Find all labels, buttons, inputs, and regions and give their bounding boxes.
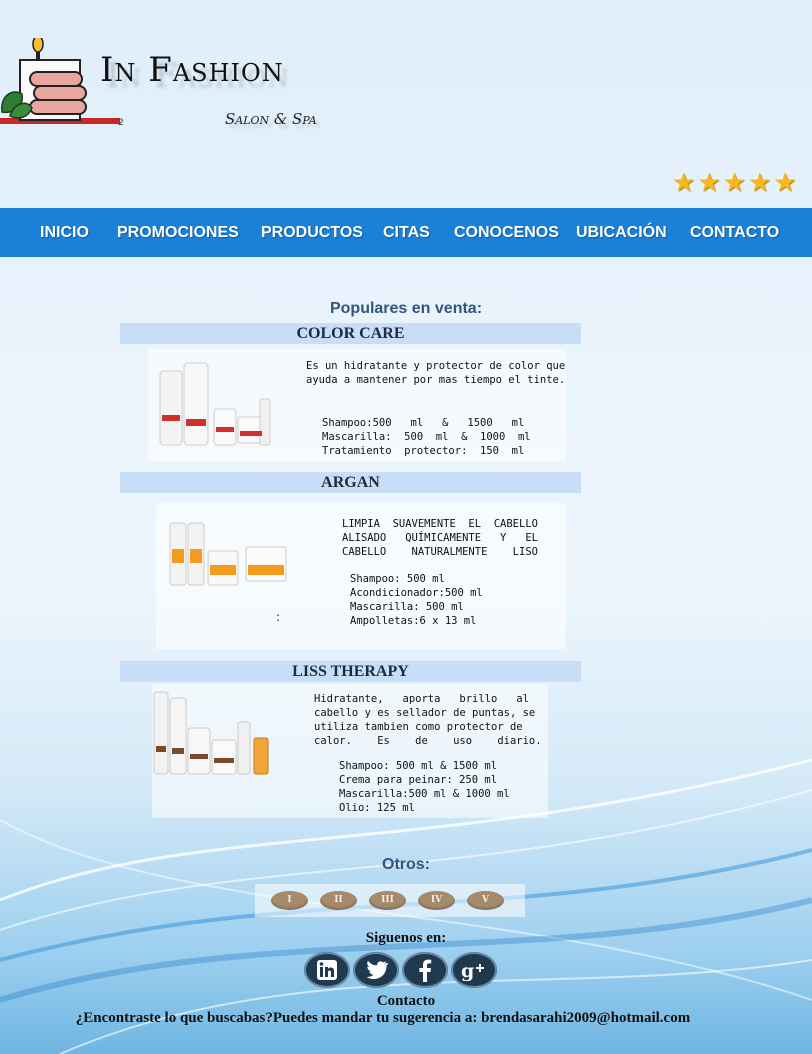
pager-button-3[interactable]: III [369, 891, 406, 910]
facebook-icon[interactable] [402, 952, 448, 988]
star-icon: ★ [773, 168, 797, 198]
brand-subtitle: Salon & Spa [225, 110, 317, 128]
product-title-color-care: COLOR CARE [120, 323, 581, 344]
nav-productos[interactable]: PRODUCTOS [261, 208, 363, 257]
others-pager: I II III IV V [255, 884, 525, 917]
nav-inicio[interactable]: INICIO [40, 208, 89, 257]
contact-label: Contacto [376, 993, 436, 1009]
stray-mark: : [276, 610, 281, 624]
product-image-argan [169, 522, 287, 586]
svg-text:g: g [461, 960, 474, 981]
star-icon: ★ [747, 168, 772, 198]
follow-label: Siguenos en: [365, 930, 447, 946]
footer-note: ¿Encontraste lo que buscabas?Puedes mand… [75, 1010, 691, 1026]
product-card-liss-therapy: Hidratante, aporta brillo al cabello y e… [152, 684, 548, 818]
product-description: Hidratante, aporta brillo al cabello y e… [314, 693, 542, 747]
pager-button-5[interactable]: V [467, 891, 504, 910]
others-title: Otros: [382, 856, 430, 873]
nav-promociones[interactable]: PROMOCIONES [117, 208, 239, 257]
brand-mark: 2 [118, 118, 124, 128]
star-icon: ★ [722, 168, 746, 198]
pager-button-4[interactable]: IV [418, 891, 455, 910]
product-card-argan: LIMPIA SUAVEMENTE EL CABELLO ALISADO QUÍ… [156, 503, 566, 649]
star-icon: ★ [672, 168, 696, 198]
pager-button-1[interactable]: I [271, 891, 308, 910]
product-specs: Shampoo: 500 ml Acondicionador:500 ml Ma… [350, 573, 483, 627]
google-plus-icon[interactable]: g [451, 952, 497, 988]
product-description: Es un hidratante y protector de color qu… [306, 360, 566, 386]
nav-contacto[interactable]: CONTACTO [690, 208, 779, 257]
product-specs: Shampoo:500 ml & 1500 ml Mascarilla: 500… [322, 417, 531, 457]
pager-button-2[interactable]: II [320, 891, 357, 910]
product-description: LIMPIA SUAVEMENTE EL CABELLO ALISADO QUÍ… [342, 518, 538, 558]
main-nav: INICIO PROMOCIONES PRODUCTOS CITAS CONOC… [0, 208, 812, 257]
product-image-liss-therapy [153, 691, 269, 775]
popular-title: Populares en venta: [329, 300, 483, 317]
social-links: g [304, 952, 497, 988]
rating-stars: ★ ★ ★ ★ ★ [672, 168, 797, 198]
product-title-argan: ARGAN [120, 472, 581, 493]
linkedin-icon[interactable] [304, 952, 350, 988]
product-card-color-care: Es un hidratante y protector de color qu… [148, 349, 566, 461]
nav-citas[interactable]: CITAS [383, 208, 430, 257]
product-image-color-care [159, 362, 271, 446]
nav-conocenos[interactable]: CONOCENOS [454, 208, 559, 257]
nav-ubicacion[interactable]: UBICACIÓN [576, 208, 667, 257]
product-specs: Shampoo: 500 ml & 1500 ml Crema para pei… [339, 760, 510, 814]
star-icon: ★ [697, 168, 721, 198]
brand-title: In Fashion [100, 50, 284, 90]
twitter-icon[interactable] [353, 952, 399, 988]
product-title-liss-therapy: LISS THERAPY [120, 661, 581, 682]
